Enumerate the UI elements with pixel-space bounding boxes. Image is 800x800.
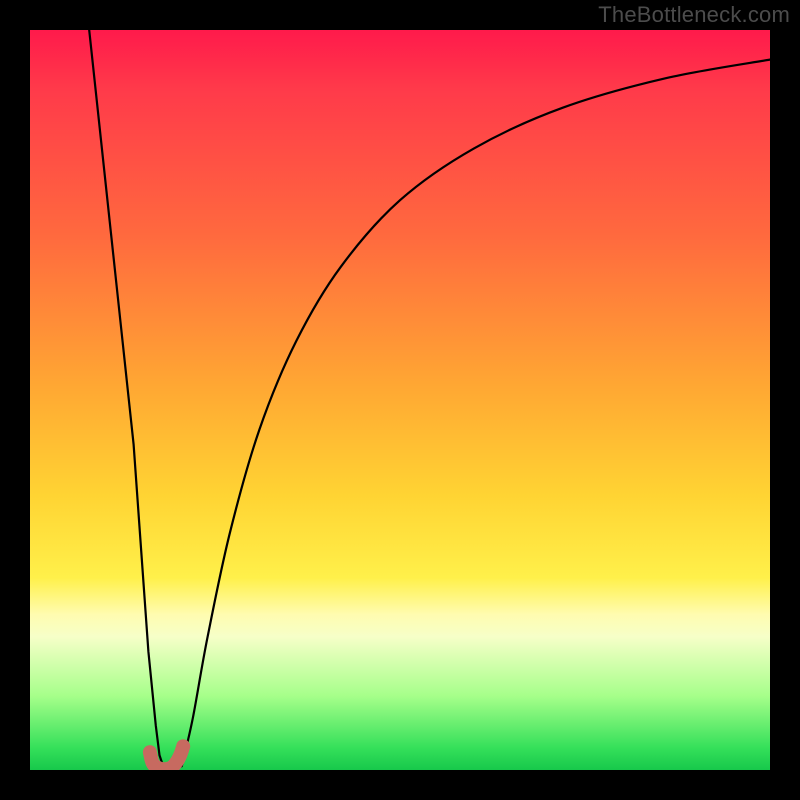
curve-left-dip [89, 30, 163, 766]
curve-layer [30, 30, 770, 770]
chart-stage: TheBottleneck.com [0, 0, 800, 800]
watermark-text: TheBottleneck.com [598, 2, 790, 28]
curve-right-rise [182, 60, 770, 767]
plot-frame [30, 30, 770, 770]
j-hook [150, 746, 183, 769]
